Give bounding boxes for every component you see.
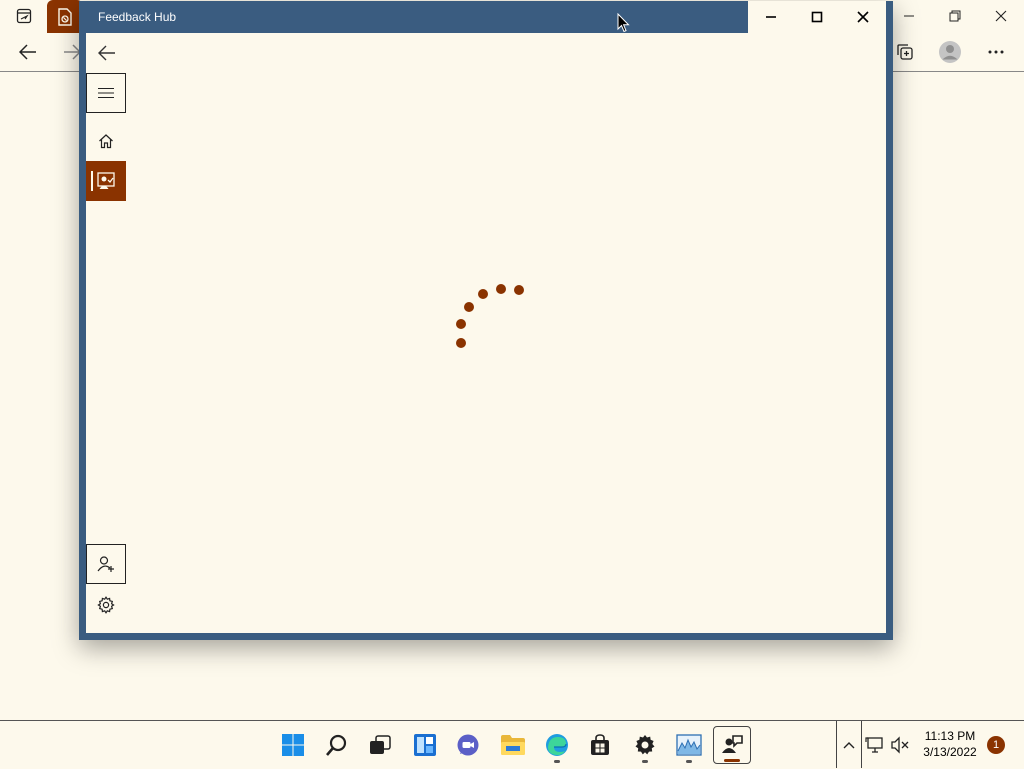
chart-monitor-icon <box>676 734 702 756</box>
network-icon[interactable] <box>865 735 885 755</box>
store-icon <box>591 734 609 755</box>
tab-actions-icon[interactable] <box>14 6 34 26</box>
browser-restore-button[interactable] <box>932 3 978 29</box>
task-view-button[interactable] <box>361 726 399 764</box>
sign-in-button[interactable] <box>86 544 126 584</box>
home-icon <box>99 134 113 149</box>
spinner-dot <box>456 319 466 329</box>
running-indicator <box>642 760 648 763</box>
spinner-dot <box>478 289 488 299</box>
nav-home[interactable] <box>86 121 126 161</box>
chevron-up-icon <box>843 741 855 748</box>
notification-badge[interactable]: 1 <box>987 736 1005 754</box>
browser-close-button[interactable] <box>978 3 1024 29</box>
nav-settings[interactable] <box>86 585 126 625</box>
spinner-dot <box>464 302 474 312</box>
edge-button[interactable] <box>538 726 576 764</box>
browser-back-icon[interactable] <box>13 38 43 66</box>
profile-icon[interactable] <box>935 38 965 66</box>
widgets-icon <box>414 734 436 756</box>
running-indicator <box>554 760 560 763</box>
clock[interactable]: 11:13 PM 3/13/2022 <box>912 728 988 760</box>
settings-app-button[interactable] <box>626 726 664 764</box>
feedback-hub-taskbar-button[interactable] <box>713 726 751 764</box>
mouse-cursor-icon <box>617 13 630 33</box>
edge-icon <box>546 734 568 756</box>
search-button[interactable] <box>318 726 356 764</box>
more-icon[interactable] <box>981 38 1011 66</box>
chat-button[interactable] <box>449 726 487 764</box>
taskbar: 11:13 PM 3/13/2022 1 <box>0 720 1024 769</box>
nav-feedback[interactable] <box>86 161 126 201</box>
running-indicator <box>686 760 692 763</box>
collections-icon[interactable] <box>890 38 920 66</box>
task-view-icon <box>370 735 391 754</box>
back-arrow-icon <box>98 45 115 61</box>
feedback-hub-icon <box>722 735 743 753</box>
start-button[interactable] <box>274 726 312 764</box>
clock-date: 3/13/2022 <box>923 745 977 759</box>
maximize-button[interactable] <box>794 1 840 33</box>
add-person-icon <box>97 556 114 572</box>
spinner-dot <box>456 338 466 348</box>
show-hidden-icons-button[interactable] <box>836 721 862 768</box>
spinner-dot <box>496 284 506 294</box>
performance-monitor-button[interactable] <box>670 726 708 764</box>
windows-logo-icon <box>282 734 304 756</box>
window-title: Feedback Hub <box>98 10 177 24</box>
folder-icon <box>501 735 525 755</box>
settings-gear-icon <box>635 735 655 755</box>
hamburger-menu-button[interactable] <box>86 73 126 113</box>
chat-icon <box>457 734 479 756</box>
app-content <box>86 33 886 633</box>
file-icon <box>58 7 72 26</box>
feedback-hub-window: Feedback Hub <box>79 1 893 640</box>
clock-time: 11:13 PM <box>924 729 976 743</box>
minimize-button[interactable] <box>748 1 794 33</box>
back-button[interactable] <box>93 40 121 66</box>
window-controls <box>748 1 886 33</box>
selection-indicator <box>91 171 93 191</box>
loading-spinner <box>456 284 524 348</box>
hamburger-icon <box>98 88 114 98</box>
title-bar[interactable]: Feedback Hub <box>79 1 893 33</box>
spinner-dot <box>514 285 524 295</box>
active-indicator <box>724 759 740 762</box>
gear-icon <box>97 596 115 614</box>
search-icon <box>326 734 347 756</box>
volume-muted-icon[interactable] <box>890 735 910 755</box>
store-button[interactable] <box>581 726 619 764</box>
browser-active-tab[interactable] <box>47 0 83 33</box>
close-button[interactable] <box>840 1 886 33</box>
feedback-icon <box>97 172 115 189</box>
file-explorer-button[interactable] <box>494 726 532 764</box>
widgets-button[interactable] <box>406 726 444 764</box>
